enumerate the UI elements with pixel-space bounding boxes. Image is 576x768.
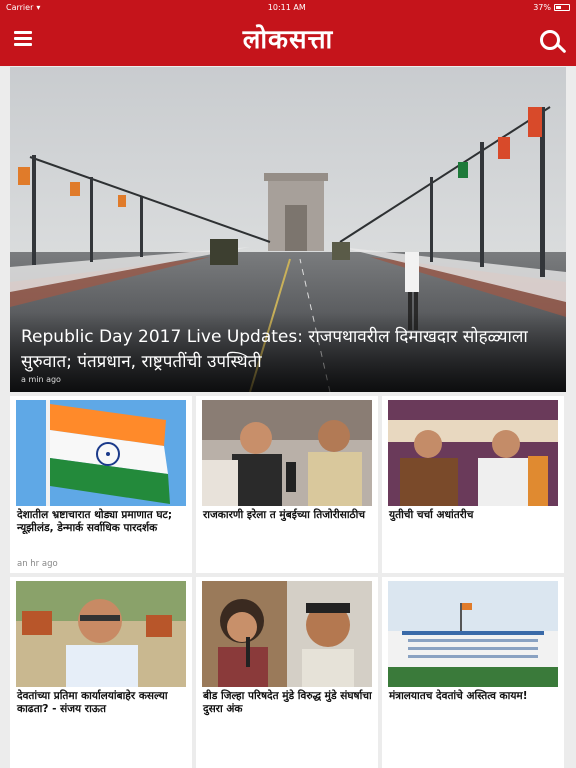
article-card[interactable]: देशातील भ्रष्टाचारात थोड्या प्रमाणात घट;… bbox=[10, 396, 192, 573]
search-icon[interactable] bbox=[536, 26, 568, 58]
article-headline[interactable]: युतीची चर्चा अधांतरीच bbox=[389, 509, 559, 522]
article-thumbnail bbox=[16, 400, 186, 506]
hero-timestamp: a min ago bbox=[21, 375, 61, 384]
app-header: लोकसत्ता bbox=[0, 14, 576, 66]
article-card[interactable]: मंत्रालयातच देवतांचे अस्तित्व कायम! bbox=[382, 577, 564, 768]
menu-icon[interactable] bbox=[14, 28, 36, 50]
battery-icon bbox=[553, 3, 570, 11]
article-card[interactable]: बीड जिल्हा परिषदेत मुंडे विरुद्ध मुंडे स… bbox=[196, 577, 378, 768]
article-headline[interactable]: राजकारणी इरेला त मुंबईच्या तिजोरीसाठीच bbox=[203, 509, 373, 522]
status-left: Carrier ▾ bbox=[6, 3, 40, 12]
app-logo[interactable]: लोकसत्ता bbox=[188, 24, 388, 56]
article-headline[interactable]: मंत्रालयातच देवतांचे अस्तित्व कायम! bbox=[389, 690, 559, 703]
article-timestamp: an hr ago bbox=[17, 559, 58, 569]
article-thumbnail bbox=[202, 581, 372, 687]
article-card[interactable]: देवतांच्या प्रतिमा कार्यालयांबाहेर कसल्य… bbox=[10, 577, 192, 768]
status-bar: Carrier ▾ 10:11 AM 37% bbox=[0, 0, 576, 14]
hero-headline[interactable]: Republic Day 2017 Live Updates: राजपथावर… bbox=[21, 325, 561, 375]
article-card[interactable]: राजकारणी इरेला त मुंबईच्या तिजोरीसाठीच bbox=[196, 396, 378, 573]
battery-percent: 37% bbox=[533, 2, 551, 12]
article-headline[interactable]: देवतांच्या प्रतिमा कार्यालयांबाहेर कसल्य… bbox=[17, 690, 187, 716]
article-headline[interactable]: बीड जिल्हा परिषदेत मुंडे विरुद्ध मुंडे स… bbox=[203, 690, 373, 716]
hero-article[interactable]: Republic Day 2017 Live Updates: राजपथावर… bbox=[10, 67, 566, 392]
article-card[interactable]: युतीची चर्चा अधांतरीच bbox=[382, 396, 564, 573]
article-thumbnail bbox=[202, 400, 372, 506]
carrier-label: Carrier bbox=[6, 2, 34, 12]
article-headline[interactable]: देशातील भ्रष्टाचारात थोड्या प्रमाणात घट;… bbox=[17, 509, 187, 535]
status-time: 10:11 AM bbox=[267, 2, 306, 12]
status-right: 37% bbox=[533, 3, 570, 12]
article-thumbnail bbox=[388, 400, 558, 506]
article-thumbnail bbox=[388, 581, 558, 687]
wifi-icon: ▾ bbox=[36, 2, 41, 12]
article-thumbnail bbox=[16, 581, 186, 687]
